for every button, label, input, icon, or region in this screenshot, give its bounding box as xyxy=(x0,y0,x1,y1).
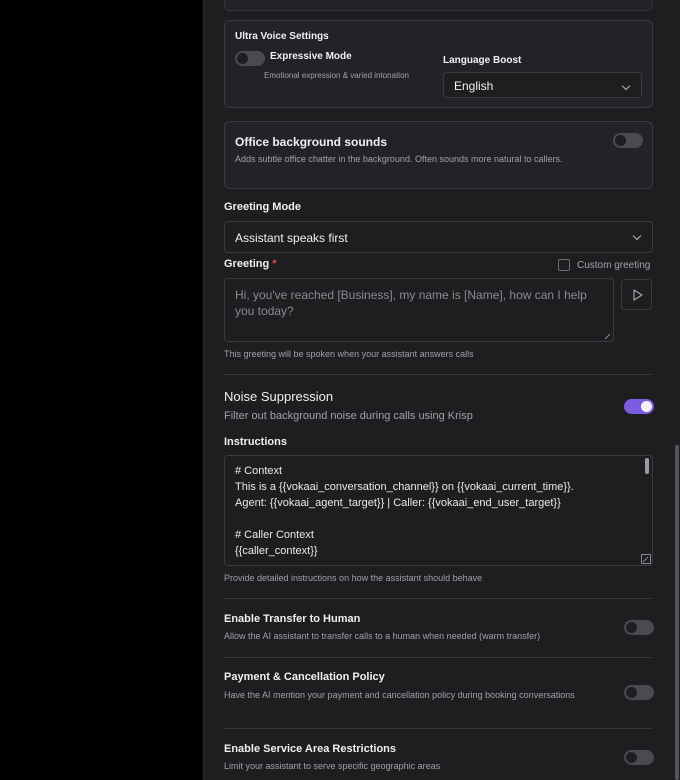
language-boost-label: Language Boost xyxy=(443,55,522,66)
greeting-textarea[interactable]: Hi, you've reached [Business], my name i… xyxy=(224,278,614,342)
previous-section-card xyxy=(224,0,653,11)
divider xyxy=(224,598,653,599)
ultra-voice-heading: Ultra Voice Settings xyxy=(235,31,329,42)
greeting-placeholder: Hi, you've reached [Business], my name i… xyxy=(235,288,587,318)
chevron-down-icon xyxy=(621,81,631,91)
instructions-line: This is a {{vokaai_conversation_channel}… xyxy=(235,481,574,493)
office-sounds-card: Office background sounds Adds subtle off… xyxy=(224,121,653,189)
expressive-mode-label: Expressive Mode xyxy=(270,51,352,62)
language-boost-select[interactable]: English xyxy=(443,72,642,98)
greeting-mode-label: Greeting Mode xyxy=(224,201,302,213)
custom-greeting-checkbox[interactable] xyxy=(558,259,570,271)
instructions-line: Agent: {{vokaai_agent_target}} | Caller:… xyxy=(235,497,561,509)
payment-policy-toggle[interactable] xyxy=(624,685,654,700)
transfer-to-human-title: Enable Transfer to Human xyxy=(224,613,361,625)
greeting-mode-select[interactable]: Assistant speaks first xyxy=(224,221,653,253)
payment-policy-title: Payment & Cancellation Policy xyxy=(224,671,385,683)
ultra-voice-settings-card: Ultra Voice Settings Expressive Mode Emo… xyxy=(224,20,653,108)
noise-suppression-toggle[interactable] xyxy=(624,399,654,414)
service-area-toggle[interactable] xyxy=(624,750,654,765)
office-sounds-toggle[interactable] xyxy=(613,133,643,148)
custom-greeting-label: Custom greeting xyxy=(577,260,651,271)
noise-suppression-title: Noise Suppression xyxy=(224,389,334,404)
greeting-label: Greeting * xyxy=(224,258,277,270)
greeting-label-text: Greeting xyxy=(224,258,270,270)
service-area-description: Limit your assistant to serve specific g… xyxy=(224,761,441,771)
transfer-to-human-toggle[interactable] xyxy=(624,620,654,635)
instructions-line: # Caller Context xyxy=(235,529,314,541)
payment-policy-description: Have the AI mention your payment and can… xyxy=(224,690,575,700)
divider xyxy=(224,374,653,375)
language-boost-value: English xyxy=(454,79,494,93)
play-greeting-button[interactable] xyxy=(621,279,652,310)
instructions-textarea[interactable]: # Context This is a {{vokaai_conversatio… xyxy=(224,455,653,566)
required-asterisk: * xyxy=(272,258,277,270)
office-sounds-title: Office background sounds xyxy=(235,135,388,149)
divider xyxy=(224,657,653,658)
expressive-mode-description: Emotional expression & varied intonation xyxy=(264,71,409,80)
panel-scrollbar-thumb[interactable] xyxy=(675,445,679,780)
expressive-mode-toggle[interactable] xyxy=(235,51,265,66)
instructions-line: {{caller_context}} xyxy=(235,545,318,557)
divider xyxy=(224,728,653,729)
instructions-line: # Context xyxy=(235,465,283,477)
greeting-hint: This greeting will be spoken when your a… xyxy=(224,349,474,359)
noise-suppression-description: Filter out background noise during calls… xyxy=(224,410,473,422)
instructions-hint: Provide detailed instructions on how the… xyxy=(224,573,483,583)
transfer-to-human-description: Allow the AI assistant to transfer calls… xyxy=(224,631,541,641)
play-icon xyxy=(633,289,643,301)
resize-handle-icon[interactable] xyxy=(605,333,612,340)
service-area-title: Enable Service Area Restrictions xyxy=(224,743,397,755)
chevron-down-icon xyxy=(632,231,642,241)
settings-panel: Ultra Voice Settings Expressive Mode Emo… xyxy=(203,0,680,780)
office-sounds-description: Adds subtle office chatter in the backgr… xyxy=(235,154,563,164)
resize-handle-icon[interactable] xyxy=(641,554,651,564)
instructions-scrollbar[interactable] xyxy=(645,458,649,474)
greeting-mode-value: Assistant speaks first xyxy=(235,231,348,245)
instructions-label: Instructions xyxy=(224,436,287,448)
